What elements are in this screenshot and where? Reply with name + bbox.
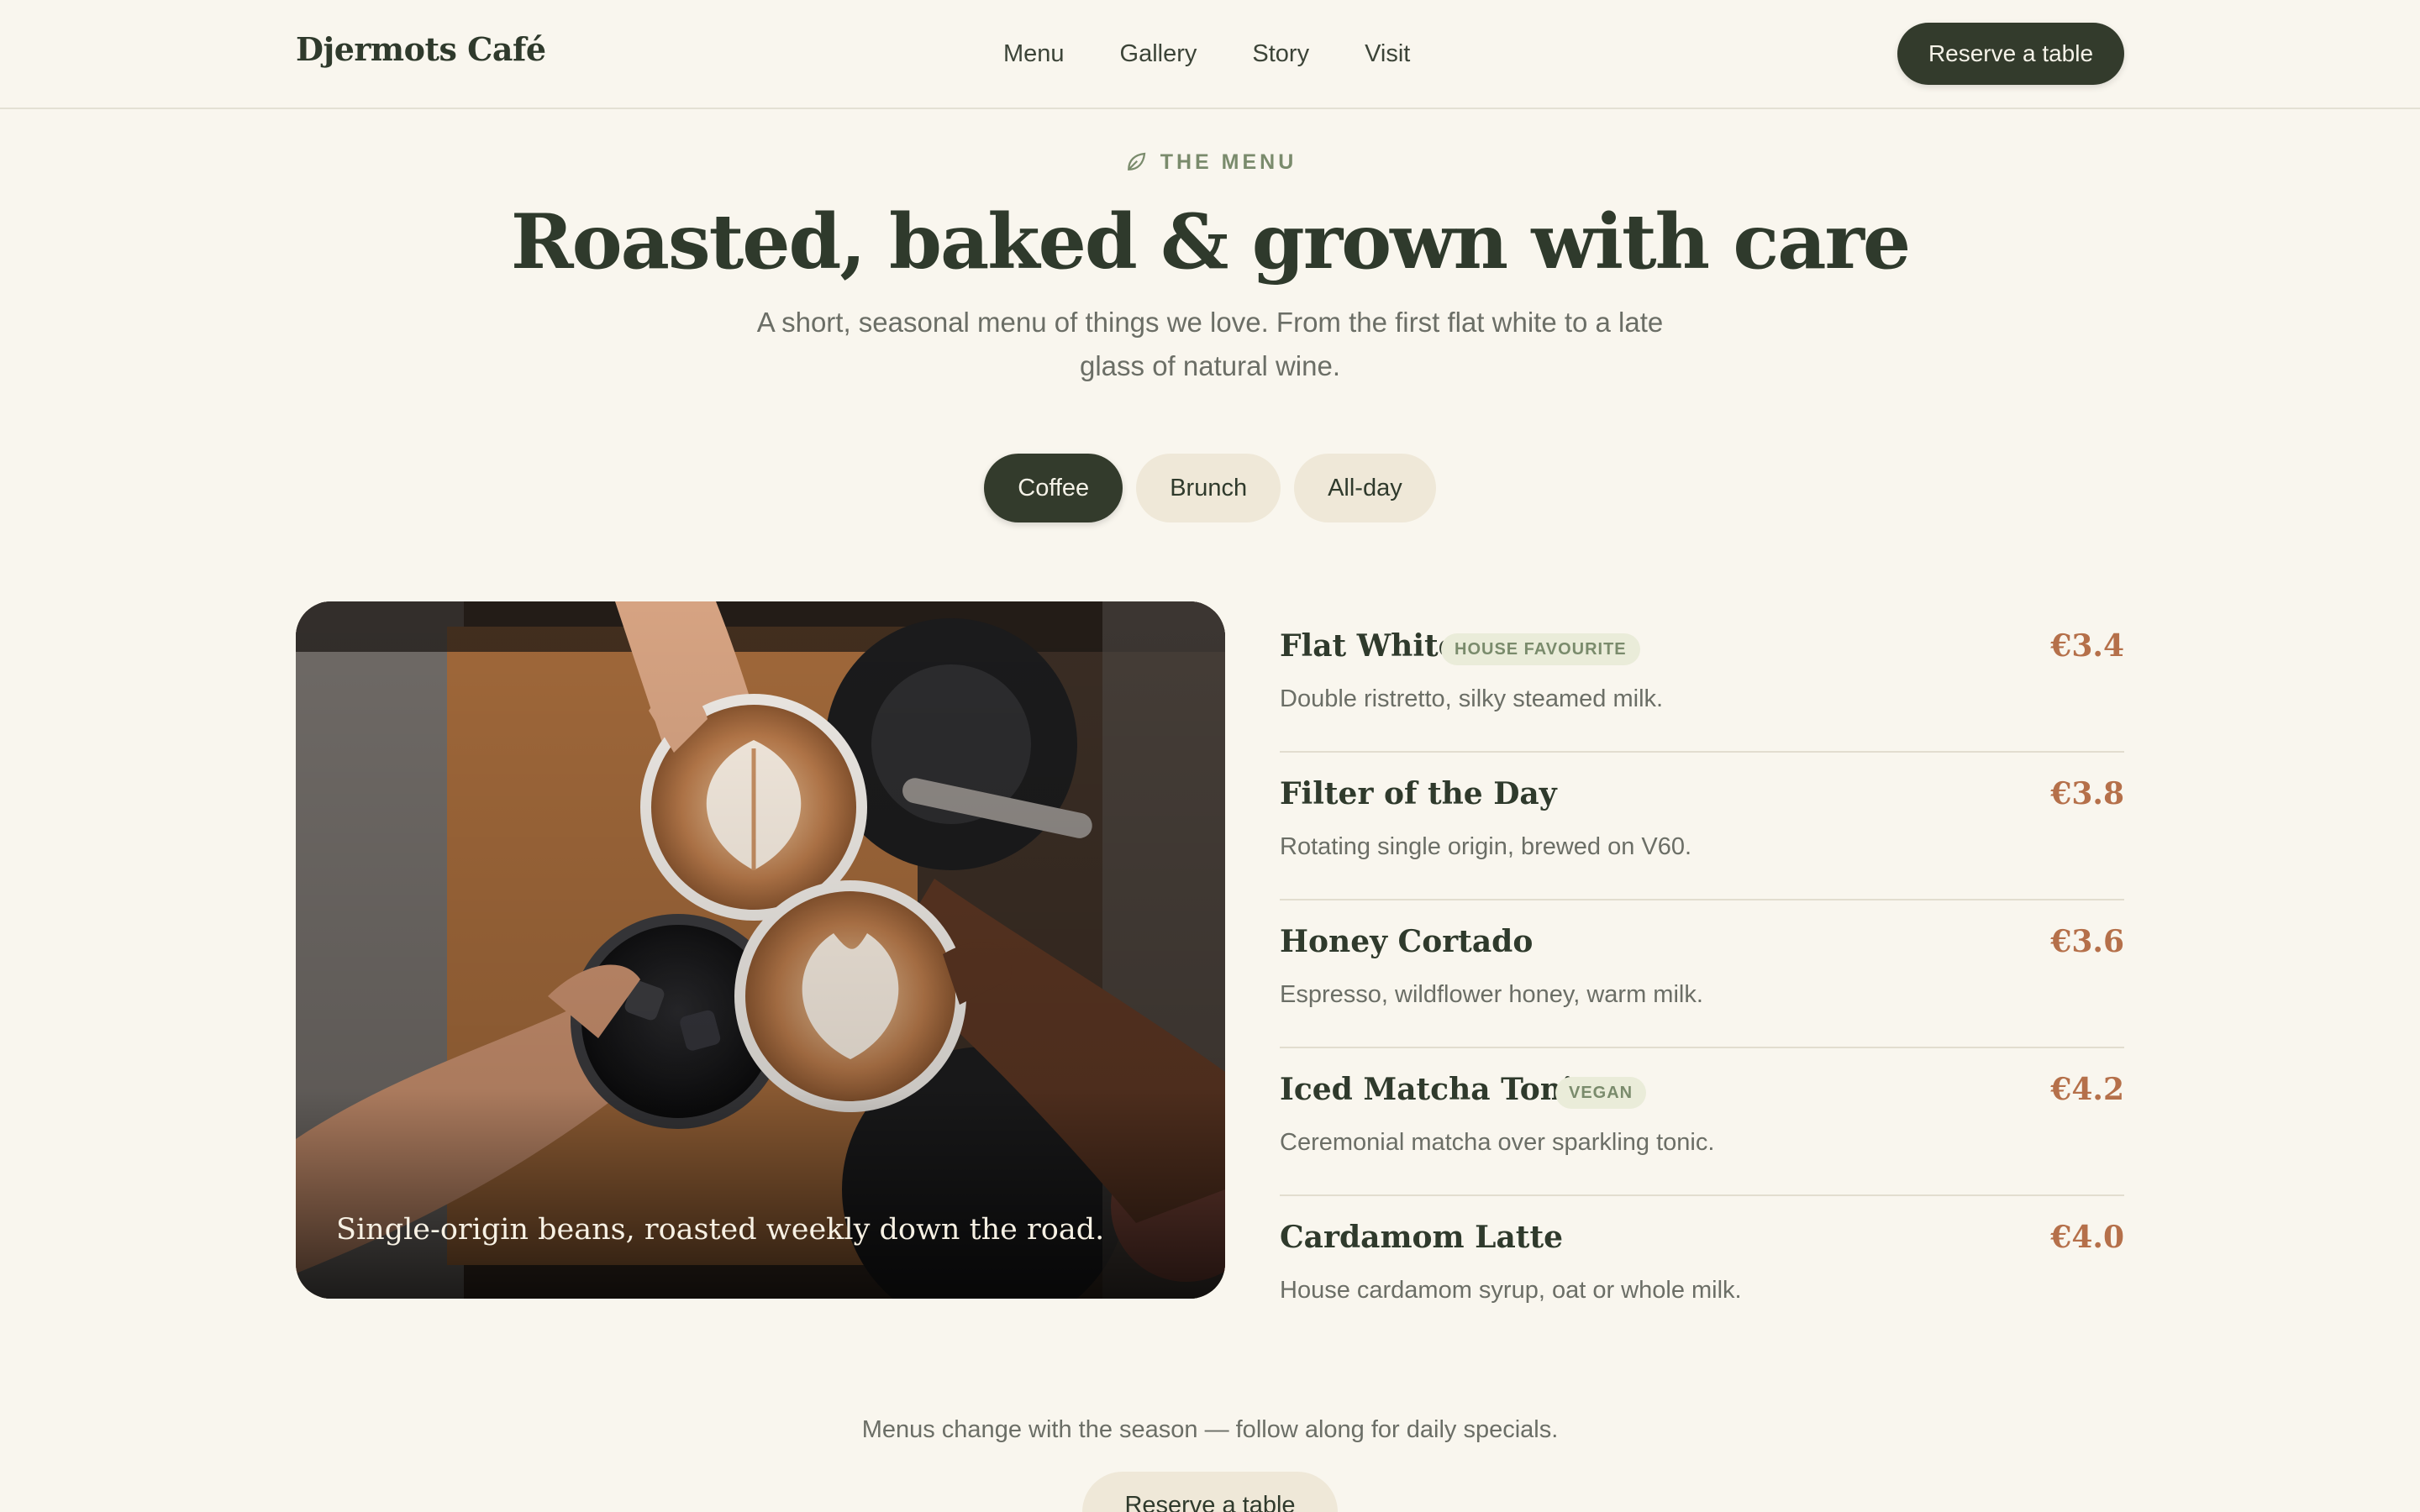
tab-coffee[interactable]: Coffee bbox=[984, 454, 1123, 522]
menu-item-price: €3.4 bbox=[2050, 628, 2124, 664]
tab-brunch[interactable]: Brunch bbox=[1136, 454, 1281, 522]
coffee-cups-illustration bbox=[296, 601, 1225, 1299]
menu-item-description: House cardamom syrup, oat or whole milk. bbox=[1280, 1277, 1742, 1304]
menu-item-name: Cardamom Latte bbox=[1280, 1220, 1563, 1255]
menu-item: Filter of the Day €3.8 Rotating single o… bbox=[1280, 753, 2124, 900]
house-favourite-badge: HOUSE FAVOURITE bbox=[1441, 633, 1640, 665]
brand-logo[interactable]: Djermots Café bbox=[296, 30, 546, 68]
menu-item: Honey Cortado €3.6 Espresso, wildflower … bbox=[1280, 900, 2124, 1048]
section-eyebrow: THE MENU bbox=[0, 150, 2420, 175]
site-header: Djermots Café Menu Gallery Story Visit R… bbox=[0, 0, 2420, 109]
menu-item-price: €3.6 bbox=[2050, 924, 2124, 959]
menu-item-description: Ceremonial matcha over sparkling tonic. bbox=[1280, 1129, 1715, 1156]
menu-item-price: €4.0 bbox=[2050, 1220, 2124, 1255]
nav-link-visit[interactable]: Visit bbox=[1365, 35, 1410, 72]
page-subtitle: A short, seasonal menu of things we love… bbox=[756, 307, 1664, 381]
menu-item-description: Double ristretto, silky steamed milk. bbox=[1280, 685, 1664, 712]
photo-caption: Single-origin beans, roasted weekly down… bbox=[336, 1213, 1105, 1247]
seasonal-note: Menus change with the season — follow al… bbox=[861, 1416, 1559, 1443]
nav-link-gallery[interactable]: Gallery bbox=[1120, 35, 1197, 72]
vegan-badge: VEGAN bbox=[1555, 1077, 1647, 1109]
menu-item-name: Filter of the Day bbox=[1280, 776, 1557, 811]
nav-link-menu[interactable]: Menu bbox=[1003, 35, 1065, 72]
menu-item-description: Espresso, wildflower honey, warm milk. bbox=[1280, 981, 1703, 1008]
menu-item: Cardamom Latte €4.0 House cardamom syrup… bbox=[1280, 1196, 2124, 1344]
menu-item-name: Flat White bbox=[1280, 628, 1458, 664]
menu-item-name: Iced Matcha Tonic bbox=[1280, 1072, 1592, 1107]
menu-item-name: Honey Cortado bbox=[1280, 924, 1534, 959]
menu-item-description: Rotating single origin, brewed on V60. bbox=[1280, 833, 1692, 860]
menu-list: Flat White HOUSE FAVOURITE €3.4 Double r… bbox=[1280, 605, 2124, 1344]
menu-item-price: €3.8 bbox=[2050, 776, 2124, 811]
menu-item-price: €4.2 bbox=[2050, 1072, 2124, 1107]
menu-tabs: Coffee Brunch All-day bbox=[0, 454, 2420, 522]
page-title: Roasted, baked & grown with care bbox=[510, 197, 1911, 286]
coffee-photo: Single-origin beans, roasted weekly down… bbox=[296, 601, 1225, 1299]
menu-item: Flat White HOUSE FAVOURITE €3.4 Double r… bbox=[1280, 605, 2124, 753]
leaf-icon bbox=[1127, 152, 1145, 171]
menu-item: Iced Matcha Tonic VEGAN €4.2 Ceremonial … bbox=[1280, 1048, 2124, 1196]
eyebrow-label: THE MENU bbox=[1160, 150, 1297, 174]
main-nav: Menu Gallery Story Visit bbox=[1003, 35, 1410, 72]
nav-link-story[interactable]: Story bbox=[1252, 35, 1309, 72]
reserve-table-button[interactable]: Reserve a table bbox=[1897, 23, 2124, 85]
page: Djermots Café Menu Gallery Story Visit R… bbox=[0, 0, 2420, 1512]
reserve-table-secondary-button[interactable]: Reserve a table bbox=[1082, 1472, 1338, 1512]
tab-all-day[interactable]: All-day bbox=[1294, 454, 1436, 522]
